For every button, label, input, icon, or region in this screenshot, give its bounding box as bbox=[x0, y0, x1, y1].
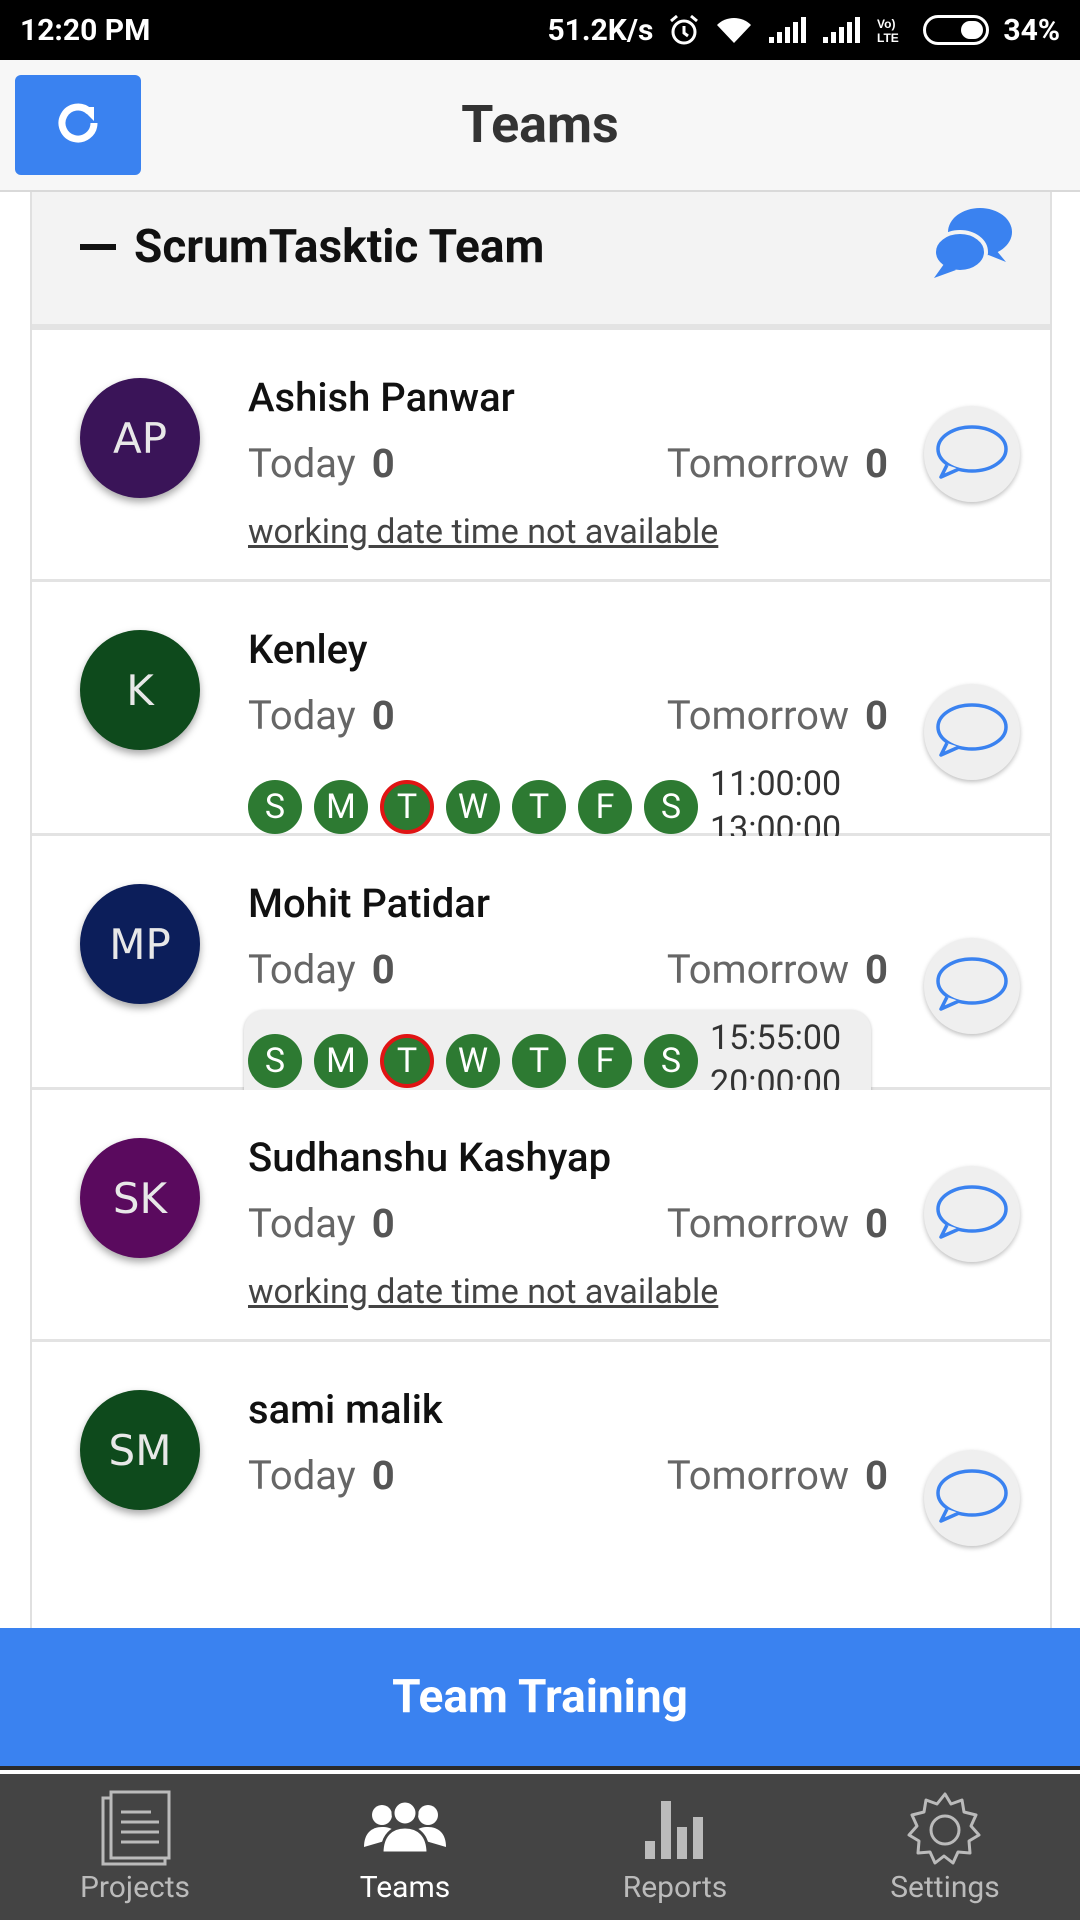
day-friday: F bbox=[578, 1034, 632, 1088]
tomorrow-stat: Tomorrow 0 bbox=[666, 440, 888, 487]
member-name: Mohit Patidar bbox=[248, 880, 490, 927]
avatar: K bbox=[80, 630, 200, 750]
nav-projects[interactable]: Projects bbox=[0, 1774, 270, 1920]
avatar: SM bbox=[80, 1390, 200, 1510]
svg-text:Vo): Vo) bbox=[877, 17, 895, 31]
wifi-icon bbox=[715, 15, 753, 45]
working-time-link[interactable]: working date time not available bbox=[248, 1272, 718, 1312]
chat-button[interactable] bbox=[924, 938, 1020, 1034]
day-friday: F bbox=[578, 780, 632, 834]
chat-button[interactable] bbox=[924, 406, 1020, 502]
nav-label: Settings bbox=[890, 1870, 1000, 1905]
working-time-link[interactable]: working date time not available bbox=[248, 512, 718, 552]
status-icons: 51.2K/s Vo) LTE 34% bbox=[547, 13, 1060, 48]
nav-label: Teams bbox=[359, 1870, 451, 1905]
signal-icon bbox=[821, 15, 861, 45]
day-tuesday: T bbox=[380, 1034, 434, 1088]
day-wednesday: W bbox=[446, 1034, 500, 1088]
day-sunday: S bbox=[248, 1034, 302, 1088]
people-icon bbox=[360, 1786, 450, 1870]
member-row[interactable]: K Kenley Today 0 Tomorrow 0 S M T W T F S … bbox=[32, 582, 1050, 849]
today-stat: Today 0 bbox=[248, 692, 395, 739]
nav-label: Reports bbox=[622, 1870, 728, 1905]
team-name: ScrumTasktic Team bbox=[134, 220, 545, 274]
status-bar: 12:20 PM 51.2K/s Vo) LTE 34% bbox=[0, 0, 1080, 60]
alarm-icon bbox=[667, 13, 701, 47]
status-time: 12:20 PM bbox=[20, 12, 151, 48]
member-name: Kenley bbox=[248, 626, 368, 673]
network-speed: 51.2K/s bbox=[547, 12, 654, 48]
day-sunday: S bbox=[248, 780, 302, 834]
svg-text:LTE: LTE bbox=[877, 31, 899, 45]
team-group-header[interactable]: ScrumTasktic Team bbox=[32, 192, 1050, 330]
today-stat: Today 0 bbox=[248, 440, 395, 487]
member-row[interactable]: MP Mohit Patidar Today 0 Tomorrow 0 S M T … bbox=[32, 836, 1050, 1112]
signal-icon bbox=[767, 15, 807, 45]
avatar: SK bbox=[80, 1138, 200, 1258]
page-title: Teams bbox=[461, 94, 619, 155]
day-monday: M bbox=[314, 1034, 368, 1088]
day-thursday: T bbox=[512, 780, 566, 834]
minus-icon[interactable] bbox=[80, 244, 116, 250]
battery-level: 34% bbox=[1003, 12, 1060, 48]
day-tuesday: T bbox=[380, 780, 434, 834]
bar-chart-icon bbox=[635, 1786, 715, 1870]
app-header: Teams bbox=[0, 60, 1080, 192]
chat-icon bbox=[935, 1183, 1009, 1245]
bottom-nav: Projects Teams Reports Settings bbox=[0, 1774, 1080, 1920]
chat-icon bbox=[935, 701, 1009, 763]
tomorrow-stat: Tomorrow 0 bbox=[666, 946, 888, 993]
day-saturday: S bbox=[644, 780, 698, 834]
battery-icon bbox=[923, 15, 990, 45]
day-wednesday: W bbox=[446, 780, 500, 834]
teams-list[interactable]: ScrumTasktic Team AP Ashish Panwar Today… bbox=[30, 192, 1052, 1628]
volte-icon: Vo) LTE bbox=[875, 15, 909, 45]
nav-label: Projects bbox=[80, 1870, 190, 1905]
chat-icon bbox=[935, 423, 1009, 485]
day-saturday: S bbox=[644, 1034, 698, 1088]
tomorrow-stat: Tomorrow 0 bbox=[666, 692, 888, 739]
tomorrow-stat: Tomorrow 0 bbox=[666, 1200, 888, 1247]
today-stat: Today 0 bbox=[248, 1452, 395, 1499]
document-icon bbox=[95, 1786, 175, 1870]
member-name: sami malik bbox=[248, 1386, 443, 1433]
day-monday: M bbox=[314, 780, 368, 834]
member-name: Ashish Panwar bbox=[248, 374, 515, 421]
gear-icon bbox=[905, 1786, 985, 1870]
nav-reports[interactable]: Reports bbox=[540, 1774, 810, 1920]
member-row[interactable]: SM sami malik Today 0 Tomorrow 0 bbox=[32, 1342, 1050, 1594]
chat-icon bbox=[935, 955, 1009, 1017]
tomorrow-stat: Tomorrow 0 bbox=[666, 1452, 888, 1499]
chat-button[interactable] bbox=[924, 1166, 1020, 1262]
day-thursday: T bbox=[512, 1034, 566, 1088]
today-stat: Today 0 bbox=[248, 1200, 395, 1247]
nav-teams[interactable]: Teams bbox=[270, 1774, 540, 1920]
team-training-button[interactable]: Team Training bbox=[0, 1628, 1080, 1770]
start-time: 15:55:00 bbox=[710, 1018, 842, 1058]
avatar: MP bbox=[80, 884, 200, 1004]
start-time: 11:00:00 bbox=[710, 764, 842, 804]
chat-button[interactable] bbox=[924, 1450, 1020, 1546]
chat-button[interactable] bbox=[924, 684, 1020, 780]
chat-icon bbox=[935, 1467, 1009, 1529]
avatar: AP bbox=[80, 378, 200, 498]
member-row[interactable]: SK Sudhanshu Kashyap Today 0 Tomorrow 0 wo… bbox=[32, 1090, 1050, 1342]
nav-settings[interactable]: Settings bbox=[810, 1774, 1080, 1920]
today-stat: Today 0 bbox=[248, 946, 395, 993]
chat-bubbles-icon[interactable] bbox=[930, 202, 1014, 286]
member-row[interactable]: AP Ashish Panwar Today 0 Tomorrow 0 workin… bbox=[32, 330, 1050, 582]
member-name: Sudhanshu Kashyap bbox=[248, 1134, 612, 1181]
